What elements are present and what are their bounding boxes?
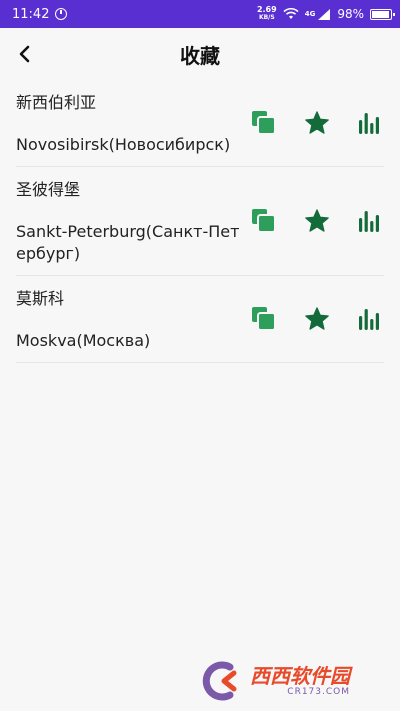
bar-chart-icon xyxy=(359,113,379,134)
favorite-item-text: 新西伯利亚 Novosibirsk(Новосибирск) xyxy=(16,80,241,166)
favorite-actions xyxy=(241,206,384,236)
app-bar: 收藏 xyxy=(0,28,400,80)
watermark-logo-icon xyxy=(202,661,237,701)
favorites-list: 新西伯利亚 Novosibirsk(Новосибирск) 圣彼得堡 Sank… xyxy=(0,80,400,363)
page-title: 收藏 xyxy=(180,43,220,68)
copy-icon xyxy=(252,111,276,135)
signal-icon xyxy=(318,9,331,20)
status-time: 11:42 xyxy=(12,6,50,22)
watermark-main: 西西软件园 xyxy=(250,663,350,688)
watermark-text: 西西软件园 CR173.COM xyxy=(250,666,350,697)
favorite-item: 圣彼得堡 Sankt-Peterburg(Санкт-Петербург) xyxy=(16,167,384,276)
favorite-star-button[interactable] xyxy=(302,304,332,334)
status-bar: 11:42 2.69 KB/S 4G 98% xyxy=(0,0,400,28)
bar-chart-icon xyxy=(359,309,379,330)
city-name-local: Sankt-Peterburg(Санкт-Петербург) xyxy=(16,222,240,263)
city-name-cn: 圣彼得堡 xyxy=(16,180,81,199)
city-name-cn: 新西伯利亚 xyxy=(16,93,97,112)
city-name-cn: 莫斯科 xyxy=(16,289,65,308)
star-icon xyxy=(304,209,329,232)
favorite-actions xyxy=(241,304,384,334)
copy-button[interactable] xyxy=(249,108,279,138)
city-name-local: Novosibirsk(Новосибирск) xyxy=(16,135,231,154)
network-speed: 2.69 KB/S xyxy=(257,6,277,22)
bar-chart-icon xyxy=(359,211,379,232)
copy-button[interactable] xyxy=(249,304,279,334)
stats-button[interactable] xyxy=(354,206,384,236)
favorite-actions xyxy=(241,108,384,138)
stats-button[interactable] xyxy=(354,108,384,138)
favorite-star-button[interactable] xyxy=(302,108,332,138)
star-icon xyxy=(304,307,329,330)
favorite-item: 新西伯利亚 Novosibirsk(Новосибирск) xyxy=(16,80,384,167)
stats-button[interactable] xyxy=(354,304,384,334)
favorite-item-text: 圣彼得堡 Sankt-Peterburg(Санкт-Петербург) xyxy=(16,167,241,275)
copy-icon xyxy=(252,307,276,331)
city-name-local: Moskva(Москва) xyxy=(16,331,151,350)
watermark-sub: CR173.COM xyxy=(287,686,350,697)
signal-type: 4G xyxy=(304,10,316,18)
star-icon xyxy=(304,111,329,134)
battery-icon xyxy=(370,8,395,20)
network-speed-unit: KB/S xyxy=(258,14,275,21)
favorite-item: 莫斯科 Moskva(Москва) xyxy=(16,276,384,363)
favorite-star-button[interactable] xyxy=(302,206,332,236)
battery-percent: 98% xyxy=(337,7,364,21)
network-speed-value: 2.69 xyxy=(256,5,277,14)
chevron-left-icon xyxy=(19,45,30,63)
copy-icon xyxy=(252,209,276,233)
wifi-icon xyxy=(283,8,299,19)
back-button[interactable] xyxy=(8,38,40,70)
favorite-item-text: 莫斯科 Moskva(Москва) xyxy=(16,276,241,362)
watermark: 西西软件园 CR173.COM xyxy=(200,659,382,703)
copy-button[interactable] xyxy=(249,206,279,236)
alarm-icon xyxy=(55,8,68,20)
